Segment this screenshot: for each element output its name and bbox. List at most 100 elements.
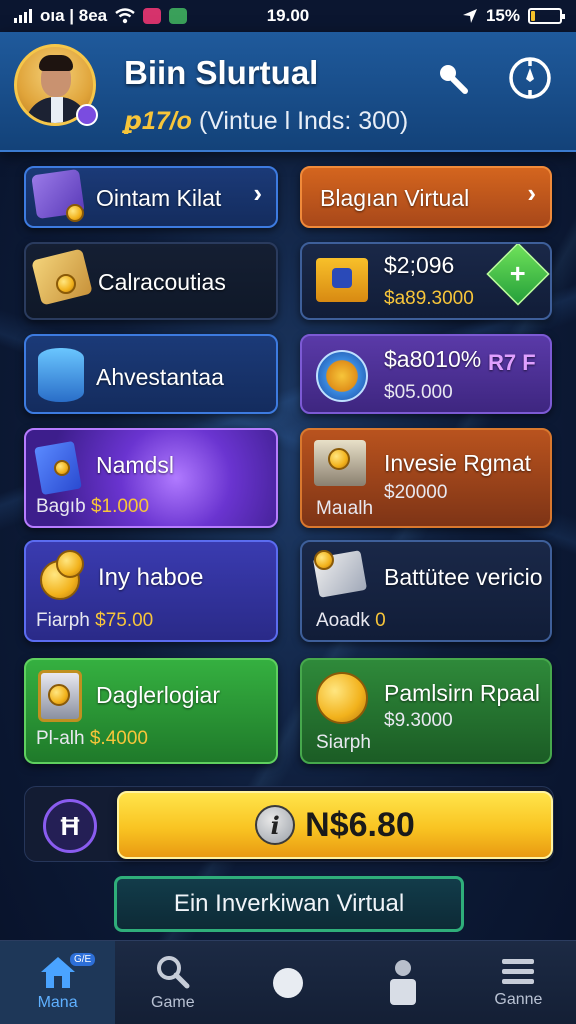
nav-label: Mana	[37, 993, 78, 1011]
tile-title: Blagıan Virtual	[320, 185, 470, 211]
folder-badge	[332, 268, 352, 288]
tile-sub: Fiarph $75.00	[36, 610, 153, 632]
balance-button[interactable]: i N$6.80	[117, 791, 553, 859]
coin-icon	[56, 550, 84, 578]
tile-title: Iny haboe	[98, 564, 204, 591]
tile-ahvestantaa[interactable]: Ahvestantaa	[24, 334, 278, 414]
status-left: oıa | 8ea	[14, 6, 214, 26]
location-icon	[462, 9, 477, 23]
page-title: Biin Slurtual	[124, 54, 319, 91]
tile-calracoutias[interactable]: Calracoutias	[24, 242, 278, 320]
tile-label: Pl-alh	[36, 728, 85, 749]
tile-ointam-kilat[interactable]: Ointam Kilat ›	[24, 166, 278, 228]
compass-button[interactable]	[506, 54, 554, 102]
status-right: 15%	[462, 6, 565, 26]
search-icon	[440, 65, 468, 94]
tile-value: 0	[375, 610, 386, 631]
tile-invesie-rgmat[interactable]: Invesie Rgmat $20000 Maıalh	[300, 428, 552, 528]
tile-daglerlogiar[interactable]: Daglerlogiar Pl-alh $.4000	[24, 658, 278, 764]
chevron-right-icon: ›	[527, 178, 536, 208]
tile-value: $05.000	[384, 382, 453, 403]
tile-value: $9.3000	[384, 710, 453, 731]
action-row: Ħ i N$6.80	[24, 786, 554, 862]
tile-label: Bagıb	[36, 496, 86, 517]
battery-level	[531, 11, 536, 21]
plus-icon: +	[510, 258, 526, 289]
profile-header: Biin Slurtual ꝑ17/o (Vintue l Inds: 300)	[0, 32, 576, 152]
tile-value: $a89.3000	[384, 288, 474, 309]
menu-icon	[502, 958, 535, 984]
tile-label: Siarph	[316, 732, 371, 753]
tile-amount: $2;096	[384, 252, 455, 278]
avatar-shirt	[51, 97, 63, 123]
nav-item-menu[interactable]: Ganne	[461, 941, 576, 1024]
tile-label: Fiarph	[36, 610, 90, 631]
tile-battutee-vericio[interactable]: Battütee vericio Aoadk 0	[300, 540, 552, 642]
nav-item-center[interactable]	[230, 941, 345, 1024]
tile-sub: Bagıb $1.000	[36, 496, 149, 518]
tile-title: Calracoutias	[98, 269, 226, 295]
tile-label: Aoadk	[316, 610, 370, 631]
notification-app-icon-2	[169, 8, 188, 24]
tile-blagian-virtual[interactable]: Blagıan Virtual ›	[300, 166, 552, 228]
battery-icon	[528, 8, 565, 24]
subtitle-text: (Vintue l Inds: 300)	[198, 107, 409, 135]
tile-amount: $a8010%	[384, 346, 482, 372]
nav-item-home[interactable]: G/E Mana	[0, 941, 116, 1024]
tile-label: Maıalh	[316, 498, 374, 519]
tile-title: Pamlsirn Rpaal	[384, 680, 540, 706]
tile-title: Namdsl	[96, 452, 174, 478]
coin-icon	[54, 460, 70, 476]
bottom-nav: G/E Mana Game Ganne	[0, 940, 576, 1024]
tile-title: Ahvestantaa	[96, 364, 224, 390]
tile-value: $75.00	[95, 610, 154, 631]
circle-icon	[273, 967, 303, 998]
coin-icon	[56, 274, 76, 294]
tile-title: Ointam Kilat	[96, 185, 222, 211]
tile-namdsl[interactable]: Namdsl Bagıb $1.000	[24, 428, 278, 528]
coin-icon	[48, 684, 70, 706]
coin-badge-icon	[316, 350, 368, 402]
tile-title: Invesie Rgmat	[384, 450, 532, 476]
subtitle-accent: ꝑ17/o	[124, 107, 192, 135]
avatar-level-badge	[76, 104, 98, 126]
notification-app-icon	[143, 8, 162, 24]
tile-pamlsirn-rpaal[interactable]: Pamlsirn Rpaal $9.3000 Siarph	[300, 658, 552, 764]
tile-value: $1.000	[90, 496, 150, 517]
tile-value: $20000	[384, 482, 448, 503]
tile-title: Daglerlogiar	[96, 682, 221, 708]
tile-value: $.4000	[89, 728, 148, 749]
invest-virtual-button[interactable]: Ein Inverkiwan Virtual	[114, 876, 464, 932]
compass-icon	[509, 57, 551, 99]
search-button[interactable]	[428, 54, 476, 102]
coin-badge-icon	[316, 672, 368, 724]
tile-iny-haboe[interactable]: Iny haboe Fiarph $75.00	[24, 540, 278, 642]
tile-balance-8010[interactable]: $a8010% $05.000 R7 F	[300, 334, 552, 414]
nav-item-profile[interactable]	[346, 941, 461, 1024]
database-icon	[38, 348, 84, 402]
nav-badge: G/E	[70, 953, 96, 966]
nav-label: Ganne	[494, 990, 543, 1008]
plus-badge[interactable]: +	[486, 244, 550, 306]
signal-icon	[14, 9, 32, 23]
wallet-symbol-button[interactable]: Ħ	[43, 799, 97, 853]
status-bar: oıa | 8ea 19.00 15%	[0, 0, 576, 32]
chevron-right-icon: ›	[253, 178, 262, 208]
carrier-text: oıa | 8ea	[40, 6, 108, 25]
tile-title: Battütee vericio	[384, 564, 543, 590]
battery-percent: 15%	[485, 6, 520, 25]
tile-sub: Pl-alh $.4000	[36, 728, 148, 750]
balance-label: N$6.80	[305, 805, 415, 844]
coin-icon	[66, 204, 84, 222]
tile-sub: Aoadk 0	[316, 610, 386, 632]
nav-label: Game	[151, 993, 195, 1011]
wifi-icon	[115, 8, 135, 24]
tile-balance-2096[interactable]: $2;096 $a89.3000 +	[300, 242, 552, 320]
coin-icon	[328, 448, 350, 470]
coin-icon	[314, 550, 334, 570]
avatar-hair	[39, 55, 73, 71]
info-icon: i	[255, 805, 296, 845]
balance-subtitle: ꝑ17/o (Vintue l Inds: 300)	[124, 106, 408, 136]
person-icon	[390, 959, 417, 1005]
nav-item-game[interactable]: Game	[115, 941, 230, 1024]
